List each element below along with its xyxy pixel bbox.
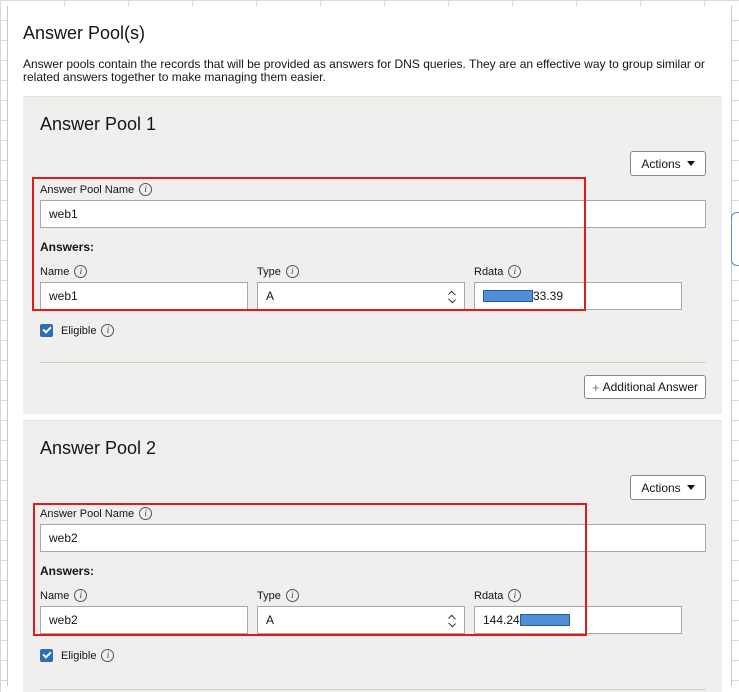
info-icon[interactable]: i (74, 589, 88, 602)
eligible-label: Eligible i (61, 649, 115, 662)
answer-rdata-value: 33.39 (533, 289, 564, 303)
chevron-down-icon (686, 161, 695, 166)
answer-pool-name-input[interactable]: web2 (40, 524, 706, 552)
section-description: Answer pools contain the records that wi… (23, 57, 705, 84)
answer-pool-name-input[interactable]: web1 (40, 200, 706, 228)
answer-rdata-label-text: Rdata (474, 265, 504, 278)
answer-name-input[interactable]: web2 (40, 606, 248, 634)
answer-rdata-label: Rdata i (474, 589, 522, 602)
answer-pool-name-value: web2 (49, 531, 78, 545)
answer-name-label-text: Name (40, 589, 70, 602)
answer-rdata-label: Rdata i (474, 265, 522, 278)
info-icon[interactable]: i (101, 324, 115, 337)
answer-pool-name-value: web1 (49, 207, 78, 221)
info-icon[interactable]: i (285, 265, 299, 278)
divider (40, 689, 706, 690)
answers-label-text: Answers: (40, 564, 95, 578)
info-icon[interactable]: i (139, 183, 153, 196)
eligible-checkbox[interactable] (40, 649, 53, 662)
answer-name-value: web1 (49, 289, 78, 303)
answer-pools-panel: Answer Pool(s) Answer pools contain the … (7, 6, 732, 692)
answer-pool-name-label: Answer Pool Name i (40, 507, 153, 520)
redacted-block (483, 290, 533, 302)
answer-pool-2: Answer Pool 2 Actions Answer Pool Name i… (23, 420, 722, 692)
answers-label: Answers: (40, 564, 94, 578)
answer-name-label: Name i (40, 265, 88, 278)
answer-name-input[interactable]: web1 (40, 282, 248, 310)
answer-type-label-text: Type (257, 589, 281, 602)
answers-label: Answers: (40, 240, 94, 254)
eligible-checkbox[interactable] (40, 324, 53, 337)
answer-type-label: Type i (257, 265, 299, 278)
eligible-label: Eligible i (61, 324, 115, 337)
info-icon[interactable]: i (285, 589, 299, 602)
eligible-label-text: Eligible (61, 649, 97, 662)
actions-button[interactable]: Actions (630, 151, 706, 176)
pool-title: Answer Pool 1 (40, 114, 157, 134)
answer-type-value: A (266, 289, 275, 303)
divider (40, 362, 706, 363)
answers-label-text: Answers: (40, 240, 95, 254)
chevron-down-icon (686, 485, 695, 490)
actions-label: Actions (641, 156, 681, 171)
plus-icon: + (592, 379, 600, 395)
answer-rdata-input[interactable]: 144.24 (474, 606, 682, 634)
info-icon[interactable]: i (74, 265, 88, 278)
select-arrows-icon (448, 290, 456, 304)
info-icon[interactable]: i (139, 507, 153, 520)
answer-name-value: web2 (49, 613, 78, 627)
pool-title: Answer Pool 2 (40, 438, 157, 458)
answer-type-label: Type i (257, 589, 299, 602)
info-icon[interactable]: i (508, 589, 522, 602)
answer-type-select[interactable]: A (257, 606, 465, 634)
redacted-block (519, 614, 570, 626)
eligible-label-text: Eligible (61, 324, 97, 337)
answer-rdata-value: 144.24 (483, 613, 520, 627)
answer-pool-name-label-text: Answer Pool Name (40, 183, 135, 196)
section-title: Answer Pool(s) (23, 23, 146, 43)
additional-answer-label: Additional Answer (602, 380, 698, 394)
answer-name-label: Name i (40, 589, 88, 602)
answer-type-label-text: Type (257, 265, 281, 278)
select-arrows-icon (448, 614, 456, 628)
answer-pool-1: Answer Pool 1 Actions Answer Pool Name i… (23, 96, 722, 414)
actions-label: Actions (641, 480, 681, 495)
answer-rdata-input[interactable]: 33.39 (474, 282, 682, 310)
info-icon[interactable]: i (508, 265, 522, 278)
info-icon[interactable]: i (101, 649, 115, 662)
answer-pool-name-label: Answer Pool Name i (40, 183, 153, 196)
answer-pool-name-label-text: Answer Pool Name (40, 507, 135, 520)
answer-type-value: A (266, 613, 275, 627)
answer-name-label-text: Name (40, 265, 70, 278)
answer-rdata-label-text: Rdata (474, 589, 504, 602)
actions-button[interactable]: Actions (630, 475, 706, 500)
answer-type-select[interactable]: A (257, 282, 465, 310)
side-panel-tab[interactable] (731, 212, 739, 266)
additional-answer-button[interactable]: + Additional Answer (584, 375, 706, 399)
